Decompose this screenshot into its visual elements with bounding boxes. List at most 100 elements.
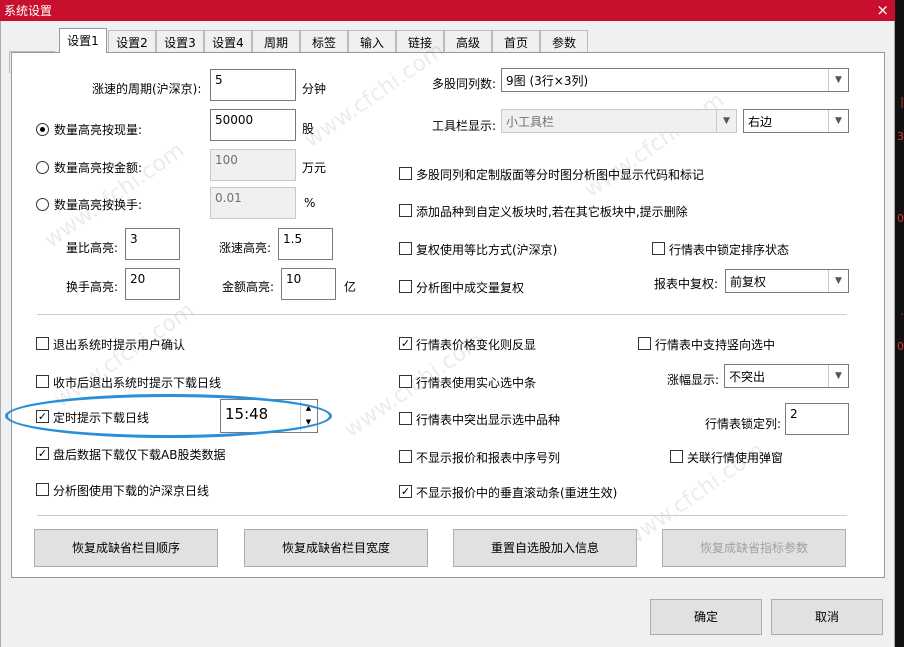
tab-params[interactable]: 参数	[540, 30, 588, 52]
tab-input[interactable]: 输入	[348, 30, 396, 52]
report-restore-label: 报表中复权:	[654, 277, 719, 291]
divider	[37, 515, 847, 516]
highlight-selected-checkbox[interactable]	[399, 412, 412, 425]
hl-turn-label: 数量高亮按换手:	[54, 198, 143, 212]
tab-label: 首页	[503, 36, 528, 50]
hl-amt-label: 数量高亮按金额:	[54, 161, 143, 175]
window-title: 系统设置	[4, 4, 53, 18]
price-flash-checkbox[interactable]: ✓	[399, 337, 412, 350]
toolbar-pos-select[interactable]: 右边 ▼	[743, 109, 849, 133]
turn-input[interactable]: 20	[125, 268, 180, 300]
restore-order-button[interactable]: 恢复成缺省栏目顺序	[34, 529, 218, 567]
hl-vol-radio[interactable]	[36, 123, 49, 136]
lock-sort-checkbox[interactable]	[652, 242, 665, 255]
restore-ratio-label: 复权使用等比方式(沪深京)	[416, 243, 558, 257]
range-select[interactable]: 不突出 ▼	[724, 364, 849, 388]
add-prompt-label: 添加品种到自定义板块时,若在其它板块中,提示删除	[416, 205, 688, 219]
add-prompt-checkbox[interactable]	[399, 204, 412, 217]
vr-label: 量比高亮:	[66, 241, 119, 255]
lock-cols-input[interactable]: 2	[785, 403, 849, 435]
exit-confirm-checkbox[interactable]	[36, 337, 49, 350]
popup-checkbox[interactable]	[670, 450, 683, 463]
close-download-checkbox[interactable]	[36, 375, 49, 388]
toolbar-select[interactable]: 小工具栏 ▼	[501, 109, 737, 133]
amt-input[interactable]: 10	[281, 268, 336, 300]
tab-period[interactable]: 周期	[252, 30, 300, 52]
restore-ratio-checkbox[interactable]	[399, 242, 412, 255]
highlight-selected-label: 行情表中突出显示选中品种	[416, 413, 561, 427]
chevron-down-icon: ▼	[828, 270, 848, 292]
tab-label: 参数	[551, 36, 576, 50]
multi-code-checkbox[interactable]	[399, 167, 412, 180]
watermark: www.cfchi.com	[579, 87, 730, 204]
hide-seq-checkbox[interactable]	[399, 450, 412, 463]
hide-vscroll-label: 不显示报价中的垂直滚动条(重进生效)	[416, 486, 618, 500]
use-downloaded-checkbox[interactable]	[36, 483, 49, 496]
speed-input[interactable]: 1.5	[278, 228, 333, 260]
vr-input[interactable]: 3	[125, 228, 180, 260]
period-unit: 分钟	[302, 82, 327, 96]
settings-panel: www.cfchi.com www.cfchi.com www.cfchi.co…	[11, 38, 885, 578]
popup-label: 关联行情使用弹窗	[687, 451, 784, 465]
tab-labels[interactable]: 标签	[300, 30, 348, 52]
highlight-ellipse	[5, 394, 332, 438]
divider	[37, 314, 847, 315]
cancel-button[interactable]: 取消	[771, 599, 883, 635]
turn-label: 换手高亮:	[66, 280, 119, 294]
tab-label: 设置4	[212, 36, 244, 50]
vol-restore-checkbox[interactable]	[399, 280, 412, 293]
reset-custom-button[interactable]: 重置自选股加入信息	[453, 529, 637, 567]
restore-index-button[interactable]: 恢复成缺省指标参数	[662, 529, 846, 567]
amt-unit: 亿	[344, 280, 357, 294]
background-window-strip: | 3 0 .0	[895, 0, 904, 647]
multi-value: 9图 (3行×3列)	[506, 74, 589, 88]
hl-vol-label: 数量高亮按现量:	[54, 123, 143, 137]
period-label: 涨速的周期(沪深京):	[92, 82, 202, 96]
tab-home[interactable]: 首页	[492, 30, 540, 52]
price-flash-label: 行情表价格变化则反显	[416, 338, 537, 352]
period-input[interactable]: 5	[210, 69, 296, 101]
hide-vscroll-checkbox[interactable]: ✓	[399, 485, 412, 498]
ok-button[interactable]: 确定	[650, 599, 762, 635]
lock-sort-label: 行情表中锁定排序状态	[669, 243, 790, 257]
tab-label: 设置3	[164, 36, 196, 50]
range-label: 涨幅显示:	[667, 373, 720, 387]
vol-restore-label: 分析图中成交量复权	[416, 281, 525, 295]
multi-select[interactable]: 9图 (3行×3列) ▼	[501, 68, 849, 92]
solid-select-label: 行情表使用实心选中条	[416, 376, 537, 390]
tab-label: 设置1	[67, 34, 99, 48]
solid-select-checkbox[interactable]	[399, 375, 412, 388]
hl-turn-input[interactable]: 0.01	[210, 187, 296, 219]
exit-confirm-label: 退出系统时提示用户确认	[53, 338, 186, 352]
tab-settings4[interactable]: 设置4	[204, 30, 252, 52]
hl-vol-input[interactable]: 50000	[210, 109, 296, 141]
use-downloaded-label: 分析图使用下载的沪深京日线	[53, 484, 210, 498]
restore-width-button[interactable]: 恢复成缺省栏目宽度	[244, 529, 428, 567]
dialog: 外观 设置1 设置2 设置3 设置4 周期 标签 输入 链接 高级 首页 参数 …	[0, 21, 895, 647]
vertical-select-checkbox[interactable]	[638, 337, 651, 350]
title-bar: 系统设置 ×	[0, 0, 895, 21]
ab-only-checkbox[interactable]: ✓	[36, 447, 49, 460]
hl-turn-radio[interactable]	[36, 198, 49, 211]
tab-settings2[interactable]: 设置2	[108, 30, 156, 52]
report-restore-value: 前复权	[730, 275, 767, 289]
tab-settings1[interactable]: 设置1	[59, 28, 107, 53]
amt-label: 金额高亮:	[222, 280, 275, 294]
multi-code-label: 多股同列和定制版面等分时图分析图中显示代码和标记	[416, 168, 705, 182]
tab-label: 周期	[263, 36, 288, 50]
tab-label: 输入	[359, 36, 384, 50]
tab-settings3[interactable]: 设置3	[156, 30, 204, 52]
hl-amt-input[interactable]: 100	[210, 149, 296, 181]
tab-advanced[interactable]: 高级	[444, 30, 492, 52]
tab-label: 标签	[311, 36, 336, 50]
hl-amt-radio[interactable]	[36, 161, 49, 174]
ab-only-label: 盘后数据下载仅下载AB股类数据	[53, 448, 226, 462]
hide-seq-label: 不显示报价和报表中序号列	[416, 451, 561, 465]
chevron-down-icon: ▼	[716, 110, 736, 132]
chevron-down-icon: ▼	[828, 69, 848, 91]
close-icon[interactable]: ×	[876, 0, 889, 20]
report-restore-select[interactable]: 前复权 ▼	[725, 269, 849, 293]
range-value: 不突出	[729, 370, 766, 384]
tab-label: 高级	[455, 36, 480, 50]
hl-turn-unit: %	[304, 196, 316, 210]
